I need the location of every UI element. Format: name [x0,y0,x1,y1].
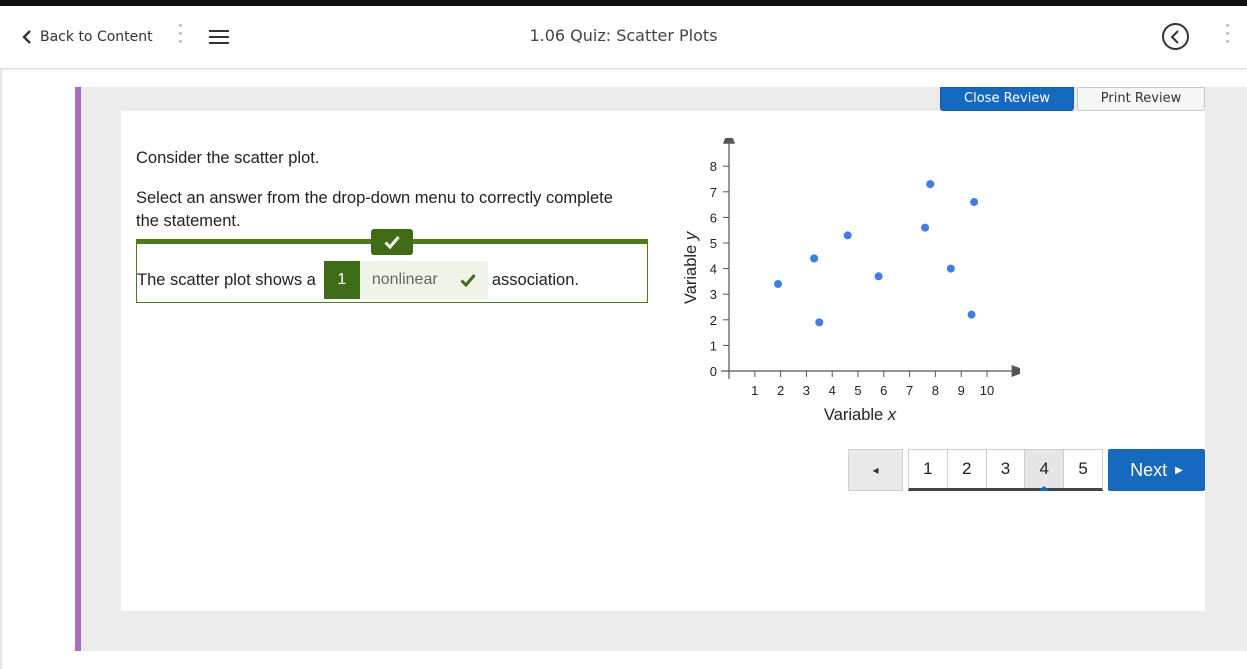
y-axis-label: Variable y [682,230,700,304]
y-tick-label: 2 [710,313,717,328]
data-point [774,279,783,288]
question-panel [121,111,1205,611]
answer-number: 1 [323,261,360,299]
circle-back-icon[interactable] [1162,23,1189,50]
data-point [946,264,955,273]
caret-right-icon: ▶ [1175,464,1183,476]
x-tick-label: 1 [751,383,758,398]
page-title: 1.06 Quiz: Scatter Plots [529,26,718,45]
page-number-list: 12345 [908,449,1103,491]
y-tick-label: 6 [710,210,717,225]
page-number-button[interactable]: 5 [1064,450,1102,488]
scatter-plot: 1 2 3 4 5 6 7 8 9 10 0 1 2 3 4 5 6 7 8 Variable x Variable… [682,138,1020,424]
data-point [874,272,883,281]
chart-axes: 1 2 3 4 5 6 7 8 9 10 0 1 2 3 4 5 6 7 8 [710,138,1020,398]
x-tick-label: 8 [932,383,939,398]
check-icon [460,274,476,287]
y-tick-label: 8 [710,159,717,174]
y-tick-label: 0 [710,364,717,379]
x-tick-label: 4 [829,383,836,398]
print-review-button[interactable]: Print Review [1077,87,1205,111]
data-point [926,180,935,189]
next-label: Next [1130,459,1168,480]
data-point [810,254,819,263]
question-prompt: Consider the scatter plot. [136,149,320,167]
close-review-button[interactable]: Close Review [940,87,1074,111]
x-tick-label: 9 [958,383,965,398]
next-button[interactable]: Next ▶ [1108,449,1205,491]
x-tick-label: 7 [906,383,913,398]
previous-page-button[interactable]: ◂ [848,449,903,491]
left-edge [0,69,2,669]
y-axis-arrow [723,138,735,144]
correct-badge [371,229,413,255]
data-point [843,231,852,240]
statement-after: association. [491,270,579,289]
page-number-button[interactable]: 2 [947,450,987,488]
x-tick-label: 2 [777,383,784,398]
statement-before: The scatter plot shows a [137,270,316,289]
x-tick-label: 10 [980,383,994,398]
page-number-button[interactable]: 4 [1025,450,1065,491]
y-tick-label: 4 [710,262,717,277]
check-icon [384,236,400,249]
x-tick-label: 3 [803,383,810,398]
more-vertical-icon[interactable] [1225,24,1229,50]
data-point [970,198,979,207]
data-point [815,318,824,327]
y-tick-label: 1 [710,338,717,353]
data-point [967,310,976,319]
x-axis-label: Variable x [824,406,897,424]
y-tick-label: 5 [710,236,717,251]
answer-dropdown[interactable]: nonlinear [359,261,488,299]
x-axis-arrow [1011,365,1020,377]
x-tick-label: 5 [854,383,861,398]
answer-statement: The scatter plot shows a 1 nonlinear ass… [137,261,579,299]
question-instruction: Select an answer from the drop-down menu… [136,189,613,230]
selected-answer: nonlinear [371,271,438,288]
y-tick-label: 7 [710,185,717,200]
page-number-button[interactable]: 1 [909,450,948,488]
y-tick-label: 3 [710,287,717,302]
chart-points [774,180,979,327]
x-tick-label: 6 [880,383,887,398]
data-point [921,223,930,232]
app-header: Back to Content 1.06 Quiz: Scatter Plots [0,6,1247,69]
page-number-button[interactable]: 3 [986,450,1026,488]
